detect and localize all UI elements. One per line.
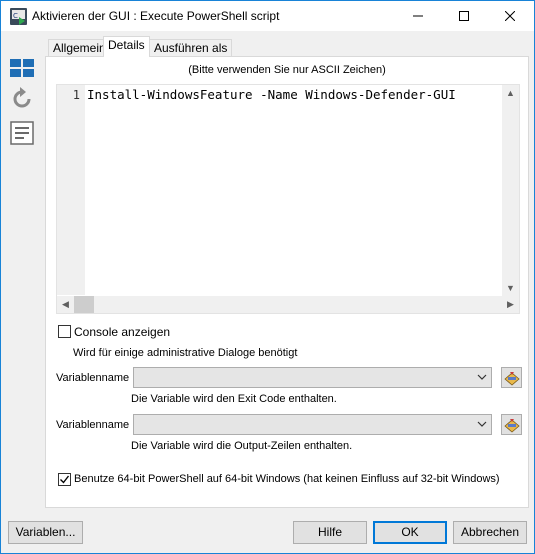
dialog-window: C Aktivieren der GUI : Execute PowerShel…	[0, 0, 535, 554]
tab-details[interactable]: Details	[103, 36, 150, 57]
console-checkbox[interactable]	[58, 325, 71, 338]
horizontal-scroll-thumb[interactable]	[74, 296, 94, 313]
layout-grid-icon[interactable]	[10, 57, 34, 81]
console-checkbox-label[interactable]: Console anzeigen	[74, 325, 170, 339]
variable-output-description: Die Variable wird die Output-Zeilen enth…	[131, 440, 353, 452]
variable-exit-picker-button[interactable]	[501, 367, 522, 388]
variables-button[interactable]: Variablen...	[8, 521, 83, 544]
refresh-icon[interactable]	[10, 87, 34, 111]
svg-text:C: C	[13, 12, 18, 20]
cancel-button[interactable]: Abbrechen	[453, 521, 527, 544]
variable-exit-select[interactable]	[133, 367, 492, 388]
variable-picker-icon	[503, 371, 520, 386]
ok-button[interactable]: OK	[373, 521, 447, 544]
variable-output-select[interactable]	[133, 414, 492, 435]
scroll-right-icon[interactable]: ▶	[502, 296, 519, 313]
variable-picker-icon	[503, 418, 520, 433]
horizontal-scrollbar[interactable]: ◀ ▶	[57, 296, 519, 313]
help-button[interactable]: Hilfe	[293, 521, 367, 544]
variable-exit-description: Die Variable wird den Exit Code enthalte…	[131, 393, 337, 405]
variable-output-picker-button[interactable]	[501, 414, 522, 435]
tab-allgemein[interactable]: Allgemein	[48, 39, 111, 57]
title-bar: C Aktivieren der GUI : Execute PowerShel…	[1, 1, 534, 31]
console-hint: Wird für einige administrative Dialoge b…	[73, 347, 298, 359]
chevron-down-icon	[477, 374, 487, 380]
ps64-checkbox[interactable]	[58, 473, 71, 486]
checkmark-icon	[60, 475, 70, 484]
tab-ausfuehren-als[interactable]: Ausführen als	[149, 39, 233, 57]
chevron-down-icon	[477, 421, 487, 427]
left-toolbar	[1, 31, 43, 509]
ascii-hint: (Bitte verwenden Sie nur ASCII Zeichen)	[188, 64, 386, 76]
powershell-app-icon: C	[10, 8, 27, 25]
variable-exit-label: Variablenname	[56, 372, 130, 384]
minimize-icon	[413, 15, 423, 17]
ps64-checkbox-label[interactable]: Benutze 64-bit PowerShell auf 64-bit Win…	[74, 473, 500, 485]
scroll-up-icon[interactable]: ▲	[502, 85, 519, 102]
minimize-button[interactable]	[395, 1, 441, 31]
vertical-scrollbar[interactable]: ▲ ▼	[502, 85, 519, 297]
text-list-icon[interactable]	[10, 121, 34, 145]
line-gutter: 1	[57, 85, 85, 295]
scroll-down-icon[interactable]: ▼	[502, 280, 519, 297]
details-panel: (Bitte verwenden Sie nur ASCII Zeichen) …	[45, 56, 529, 508]
script-editor[interactable]: 1 Install-WindowsFeature -Name Windows-D…	[56, 84, 520, 314]
maximize-button[interactable]	[441, 1, 487, 31]
close-icon	[505, 11, 515, 21]
window-title: Aktivieren der GUI : Execute PowerShell …	[32, 9, 280, 23]
maximize-icon	[459, 11, 469, 21]
scroll-left-icon[interactable]: ◀	[57, 296, 74, 313]
script-code[interactable]: Install-WindowsFeature -Name Windows-Def…	[87, 87, 456, 102]
line-number: 1	[72, 88, 80, 102]
variable-output-label: Variablenname	[56, 419, 130, 431]
close-button[interactable]	[487, 1, 533, 31]
